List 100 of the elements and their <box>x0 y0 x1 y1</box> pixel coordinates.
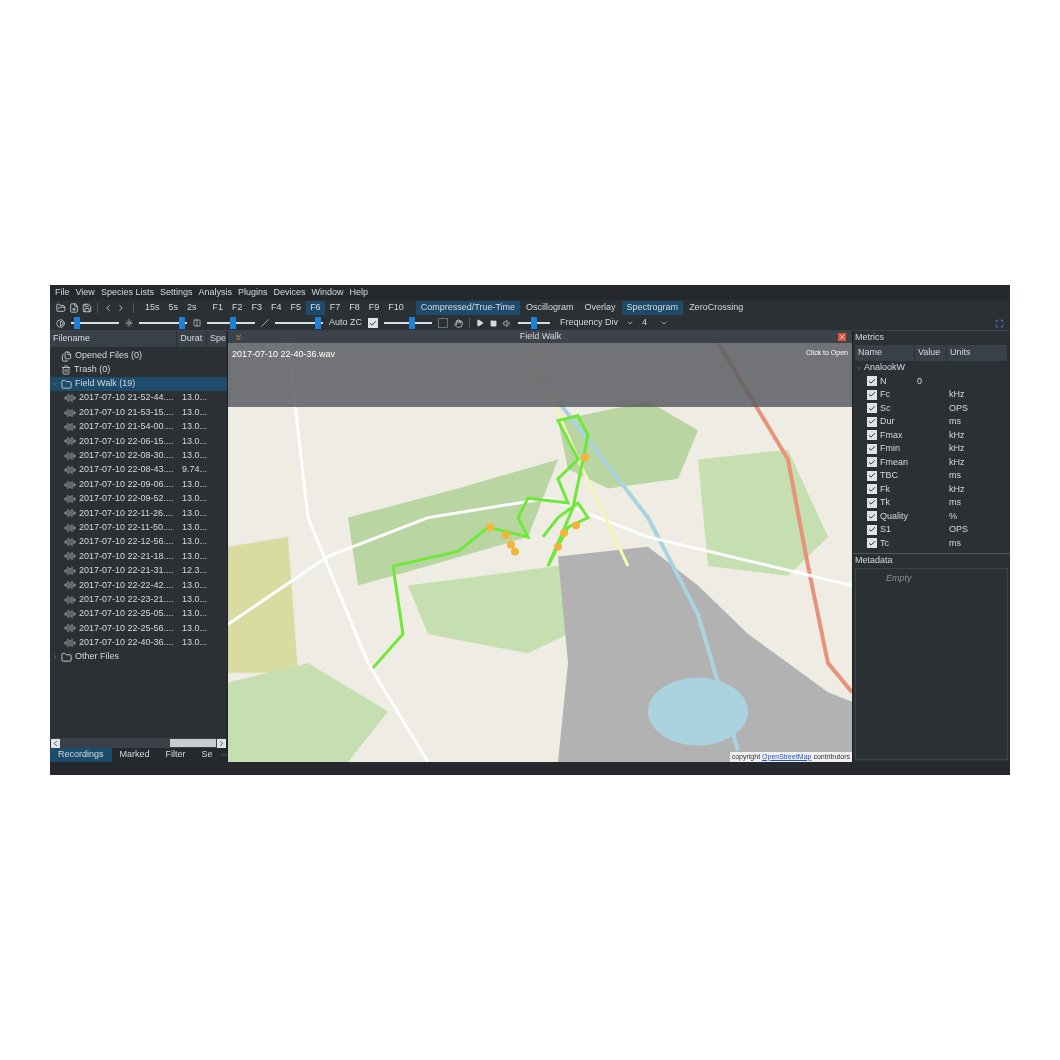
stop-icon[interactable] <box>490 319 497 327</box>
checkbox[interactable] <box>438 318 448 328</box>
recording-row[interactable]: 2017-07-10 22-08-30.... 13.0... <box>50 448 227 463</box>
function-key-button[interactable]: F6 <box>306 301 325 315</box>
new-file-icon[interactable] <box>69 303 79 313</box>
metric-name: Fc <box>879 388 891 401</box>
metric-units: ms <box>949 415 961 428</box>
recording-row[interactable]: 2017-07-10 21-54-00.... 13.0... <box>50 419 227 435</box>
panel-tab[interactable]: Se <box>193 748 221 762</box>
menu-item[interactable]: Plugins <box>234 285 271 300</box>
column-header[interactable]: Filename <box>50 331 178 347</box>
view-mode-tab[interactable]: ZeroCrossing <box>684 301 749 315</box>
recording-row[interactable]: 2017-07-10 22-12-56.... 13.0... <box>50 534 227 550</box>
scroll-left-icon[interactable] <box>51 738 60 748</box>
metric-units: kHz <box>949 388 965 401</box>
forward-icon[interactable] <box>116 303 126 313</box>
function-key-button[interactable]: F4 <box>267 301 286 315</box>
recording-row[interactable]: 2017-07-10 22-11-50.... 13.0... <box>50 520 227 535</box>
file-name: 2017-07-10 22-21-18.... <box>79 549 175 563</box>
contrast-icon <box>56 318 65 328</box>
preset-button[interactable]: 5s <box>164 301 183 315</box>
file-name: 2017-07-10 22-11-26.... <box>79 506 174 520</box>
view-mode-tab[interactable]: Oscillogram <box>521 301 579 315</box>
slider-thumb[interactable] <box>314 317 321 329</box>
function-key-button[interactable]: F5 <box>286 301 306 315</box>
play-icon[interactable] <box>476 319 484 327</box>
recording-row[interactable]: 2017-07-10 22-25-05.... 13.0... <box>50 606 227 622</box>
slider-thumb[interactable] <box>409 317 416 329</box>
hand-icon[interactable] <box>454 318 463 328</box>
scroll-right-icon[interactable] <box>217 738 226 748</box>
recording-row[interactable]: 2017-07-10 22-21-18.... 13.0... <box>50 549 227 564</box>
panel-tab[interactable]: Marked <box>111 748 158 762</box>
tree-item[interactable]: Field Walk (19) <box>50 377 227 391</box>
file-name: 2017-07-10 22-23-21.... <box>79 592 175 606</box>
duration-cell: 13.0... <box>182 607 208 621</box>
metric-name: N <box>879 374 888 388</box>
metric-units: ms <box>949 496 961 509</box>
column-header[interactable]: Durat <box>177 331 208 347</box>
recording-row[interactable]: 2017-07-10 22-08-43.... 9.74... <box>50 462 227 478</box>
function-key-button[interactable]: F9 <box>364 301 384 315</box>
recording-row[interactable]: 2017-07-10 22-40-36.... 13.0... <box>50 635 227 651</box>
recording-row[interactable]: 2017-07-10 21-52-44.... 13.0... <box>50 391 227 406</box>
recording-file-name: 2017-07-10 22-40-36.wav <box>232 348 336 361</box>
panel-tab[interactable]: Recordings <box>50 748 112 762</box>
function-key-button[interactable]: F10 <box>384 301 408 315</box>
view-mode-tab[interactable]: Spectrogram <box>621 301 684 315</box>
column-header[interactable]: Spe <box>207 331 227 347</box>
metric-name: Fmax <box>879 428 904 442</box>
duration-cell-text: 13.0... <box>182 477 208 491</box>
slider-thumb[interactable] <box>74 317 81 329</box>
division-dropdown[interactable]: Frequency Div <box>556 316 634 330</box>
view-mode-tab[interactable]: Compressed/True-Time <box>415 301 521 315</box>
recording-row[interactable]: 2017-07-10 22-25-56.... 13.0... <box>50 621 227 636</box>
divisor-dropdown[interactable]: 4 <box>640 316 668 330</box>
metric-units: ms <box>949 536 961 550</box>
slider-thumb[interactable] <box>178 317 185 329</box>
view-mode-tab[interactable]: Overlay <box>579 301 621 315</box>
function-key-button[interactable]: F1 <box>208 301 228 315</box>
function-key-button[interactable]: F7 <box>325 301 345 315</box>
recording-row[interactable]: 2017-07-10 21-53-15.... 13.0... <box>50 405 227 420</box>
function-key-button[interactable]: F3 <box>247 301 267 315</box>
metric-group[interactable]: AnalookW <box>853 361 1010 375</box>
preset-button[interactable]: 15s <box>141 301 164 315</box>
metric-name: S1 <box>879 523 892 536</box>
menu-item[interactable]: Devices <box>270 285 309 300</box>
preset-button[interactable]: 2s <box>183 301 201 315</box>
column-header[interactable]: Value <box>915 345 947 361</box>
horizontal-scrollbar[interactable] <box>51 738 226 748</box>
recording-row[interactable]: 2017-07-10 22-22-42.... 13.0... <box>50 578 227 593</box>
recording-row[interactable]: 2017-07-10 22-11-26.... 13.0... <box>50 506 227 521</box>
menu-item[interactable]: File <box>52 285 73 300</box>
back-icon[interactable] <box>103 303 113 313</box>
recording-row[interactable]: 2017-07-10 22-21-31.... 12.3... <box>50 563 227 579</box>
column-header[interactable]: Name <box>855 345 915 361</box>
tree-item[interactable]: Other Files <box>50 650 227 665</box>
close-icon[interactable] <box>838 333 846 341</box>
recording-row[interactable]: 2017-07-10 22-09-52.... 13.0... <box>50 491 227 507</box>
save-icon[interactable] <box>82 303 92 313</box>
tree-item[interactable]: Opened Files (0) <box>50 349 227 363</box>
recording-row[interactable]: 2017-07-10 22-06-15.... 13.0... <box>50 434 227 449</box>
waveform-icon <box>64 581 76 590</box>
map-panel-title: Field Walk <box>519 330 562 344</box>
menu-item[interactable]: View <box>72 285 98 300</box>
menu-item[interactable]: Species Lists <box>97 285 157 300</box>
recording-row[interactable]: 2017-07-10 22-09-06.... 13.0... <box>50 477 227 492</box>
function-key-button[interactable]: F2 <box>228 301 247 315</box>
recording-row[interactable]: 2017-07-10 22-23-21.... 13.0... <box>50 592 227 607</box>
collapse-icon[interactable] <box>234 332 243 342</box>
menu-item[interactable]: Window <box>308 285 347 300</box>
slider-thumb[interactable] <box>230 317 237 329</box>
column-header[interactable]: Units <box>947 345 1008 361</box>
menu-item[interactable]: Settings <box>156 285 196 300</box>
menu-item[interactable]: Help <box>346 285 372 300</box>
slider-thumb[interactable] <box>531 317 537 329</box>
menu-item[interactable]: Analysis <box>195 285 235 300</box>
fullscreen-icon[interactable] <box>995 318 1004 328</box>
panel-tab[interactable]: Filter <box>157 748 194 762</box>
open-folder-icon[interactable] <box>56 303 66 313</box>
function-key-button[interactable]: F8 <box>345 301 364 315</box>
tree-item[interactable]: Trash (0) <box>50 363 227 377</box>
